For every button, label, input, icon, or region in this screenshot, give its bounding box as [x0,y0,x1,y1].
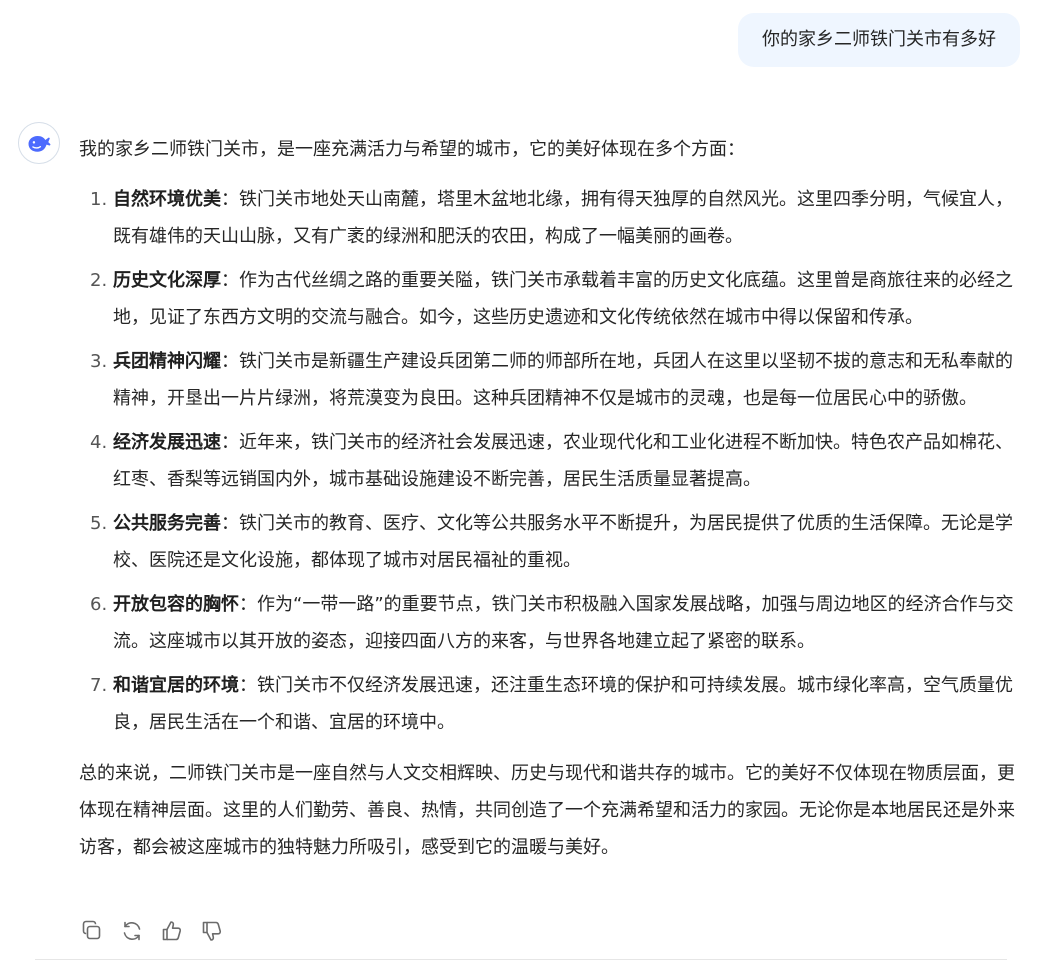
point-title: 和谐宜居的环境 [113,675,239,696]
list-item: 7. 和谐宜居的环境：铁门关市不仅经济发展迅速，还注重生态环境的保护和可持续发展。… [79,667,1024,741]
list-item: 4. 经济发展迅速：近年来，铁门关市的经济社会发展迅速，农业现代化和工业化进程不断… [79,424,1024,498]
list-item: 6. 开放包容的胸怀：作为“一带一路”的重要节点，铁门关市积极融入国家发展战略，加… [79,586,1024,660]
regenerate-button[interactable] [119,918,145,944]
list-number: 2. [90,270,108,291]
point-text: ：铁门关市地处天山南麓，塔里木盆地北缘，拥有得天独厚的自然风光。这里四季分明，气… [113,189,1013,247]
thumbs-down-icon [202,921,222,941]
assistant-avatar [18,122,60,164]
point-title: 公共服务完善 [113,513,221,534]
point-text: ：作为“一带一路”的重要节点，铁门关市积极融入国家发展战略，加强与周边地区的经济… [113,594,1014,652]
regenerate-icon [123,921,141,941]
list-number: 4. [90,432,108,453]
point-list: 1. 自然环境优美：铁门关市地处天山南麓，塔里木盆地北缘，拥有得天独厚的自然风光。… [79,181,1024,741]
point-text: ：作为古代丝绸之路的重要关隘，铁门关市承载着丰富的历史文化底蕴。这里曾是商旅往来… [113,270,1013,328]
point-text: ：近年来，铁门关市的经济社会发展迅速，农业现代化和工业化进程不断加快。特色农产品… [113,432,1013,490]
copy-button[interactable] [79,918,105,944]
assistant-summary: 总的来说，二师铁门关市是一座自然与人文交相辉映、历史与现代和谐共存的城市。它的美… [79,763,1015,858]
list-item: 1. 自然环境优美：铁门关市地处天山南麓，塔里木盆地北缘，拥有得天独厚的自然风光。… [79,181,1024,255]
list-item: 2. 历史文化深厚：作为古代丝绸之路的重要关隘，铁门关市承载着丰富的历史文化底蕴。… [79,262,1024,336]
thumbs-up-button[interactable] [159,918,185,944]
list-number: 1. [90,189,108,210]
list-number: 5. [90,513,108,534]
user-message-bubble: 你的家乡二师铁门关市有多好 [738,13,1020,67]
list-number: 3. [90,351,108,372]
point-title: 自然环境优美 [113,189,221,210]
thumbs-up-icon [162,921,182,941]
point-text: ：铁门关市的教育、医疗、文化等公共服务水平不断提升，为居民提供了优质的生活保障。… [113,513,1013,571]
assistant-content: 我的家乡二师铁门关市，是一座充满活力与希望的城市，它的美好体现在多个方面： 1.… [79,131,1024,866]
whale-logo-icon [28,136,51,152]
list-item: 5. 公共服务完善：铁门关市的教育、医疗、文化等公共服务水平不断提升，为居民提供了… [79,505,1024,579]
chat-page: 你的家乡二师铁门关市有多好 我的家乡二师铁门关市，是一座充满活力与希望的城市，它… [0,0,1042,963]
point-text: ：铁门关市不仅经济发展迅速，还注重生态环境的保护和可持续发展。城市绿化率高，空气… [113,675,1013,733]
point-title: 历史文化深厚 [113,270,221,291]
message-actions [79,918,225,944]
user-message-row: 你的家乡二师铁门关市有多好 [738,13,1020,67]
point-text: ：铁门关市是新疆生产建设兵团第二师的师部所在地，兵团人在这里以坚韧不拔的意志和无… [113,351,1013,409]
list-number: 7. [90,675,108,696]
thumbs-down-button[interactable] [199,918,225,944]
divider [35,959,1007,960]
point-title: 经济发展迅速 [113,432,221,453]
point-title: 兵团精神闪耀 [113,351,221,372]
list-number: 6. [90,594,108,615]
copy-icon [82,920,101,940]
point-title: 开放包容的胸怀 [113,594,239,615]
list-item: 3. 兵团精神闪耀：铁门关市是新疆生产建设兵团第二师的师部所在地，兵团人在这里以坚… [79,343,1024,417]
assistant-intro: 我的家乡二师铁门关市，是一座充满活力与希望的城市，它的美好体现在多个方面： [79,139,745,160]
